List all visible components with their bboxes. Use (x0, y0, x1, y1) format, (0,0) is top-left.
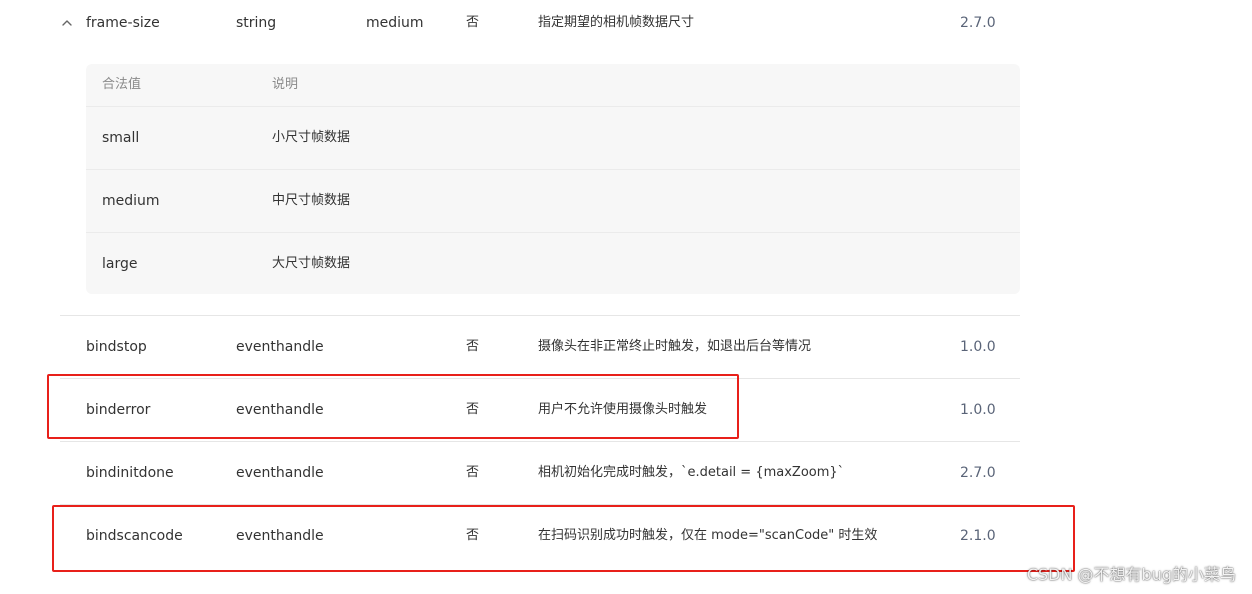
attr-default: medium (366, 15, 424, 31)
attr-required: 否 (466, 402, 480, 417)
legal-value: large (102, 256, 138, 272)
attr-type: eventhandle (236, 528, 324, 544)
attr-required: 否 (466, 15, 480, 30)
chevron-up-icon[interactable] (60, 16, 74, 30)
watermark: CSDN @不想有bug的小菜鸟 (1026, 565, 1236, 584)
row-divider (60, 441, 1020, 442)
legal-values-table: 合法值 说明 small 小尺寸帧数据 medium 中尺寸帧数据 large … (86, 64, 1020, 294)
legal-value: medium (102, 193, 160, 209)
attr-name: bindinitdone (86, 465, 174, 481)
row-divider (60, 504, 1020, 505)
attr-type: eventhandle (236, 465, 324, 481)
row-divider (60, 315, 1020, 316)
attr-version: 1.0.0 (960, 339, 996, 355)
attr-required: 否 (466, 528, 480, 543)
row-divider (60, 378, 1020, 379)
attr-type: eventhandle (236, 402, 324, 418)
attr-version: 1.0.0 (960, 402, 996, 418)
attr-name: bindstop (86, 339, 147, 355)
legal-values-header-value: 合法值 (102, 77, 142, 92)
attr-name: bindscancode (86, 528, 183, 544)
attr-description: 用户不允许使用摄像头时触发 (538, 402, 708, 417)
attr-description: 在扫码识别成功时触发，仅在 mode="scanCode" 时生效 (538, 528, 878, 543)
legal-value-description: 小尺寸帧数据 (272, 130, 351, 145)
attr-required: 否 (466, 465, 480, 480)
legal-values-header-description: 说明 (272, 77, 299, 92)
attr-required: 否 (466, 339, 480, 354)
attr-description: 摄像头在非正常终止时触发，如退出后台等情况 (538, 339, 812, 354)
attr-version: 2.7.0 (960, 15, 996, 31)
api-properties-table: frame-size string medium 否 指定期望的相机帧数据尺寸 … (0, 0, 1252, 594)
legal-value-description: 中尺寸帧数据 (272, 193, 351, 208)
attr-description: 指定期望的相机帧数据尺寸 (538, 15, 695, 30)
attr-description: 相机初始化完成时触发，`e.detail = {maxZoom}` (538, 465, 845, 480)
attr-version: 2.1.0 (960, 528, 996, 544)
legal-value-row: small 小尺寸帧数据 (86, 106, 1020, 169)
legal-value-row: medium 中尺寸帧数据 (86, 169, 1020, 232)
legal-value: small (102, 130, 140, 146)
attr-type: string (236, 15, 277, 31)
legal-value-row: large 大尺寸帧数据 (86, 232, 1020, 295)
attr-type: eventhandle (236, 339, 324, 355)
legal-value-description: 大尺寸帧数据 (272, 256, 351, 271)
attr-name: frame-size (86, 15, 160, 31)
attr-version: 2.7.0 (960, 465, 996, 481)
attr-name: binderror (86, 402, 151, 418)
